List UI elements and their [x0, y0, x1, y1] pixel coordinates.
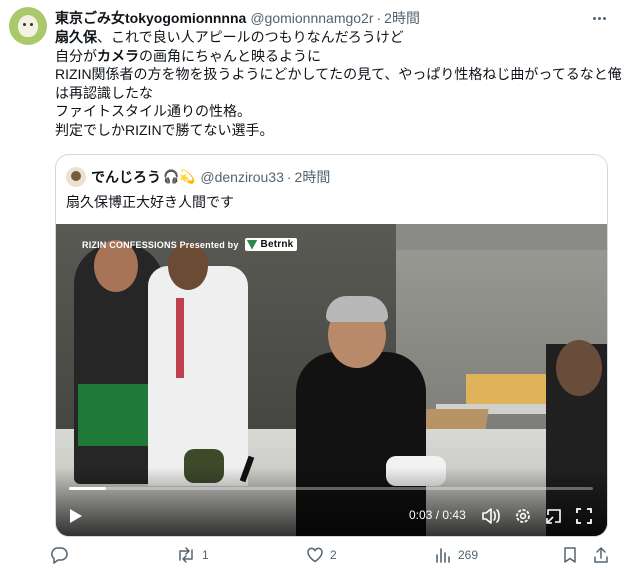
picture-in-picture-icon[interactable] — [543, 504, 565, 528]
post-text-line: は再認識したな — [55, 84, 153, 101]
separator-dot: · — [286, 169, 292, 185]
quoted-post-text: 扇久保博正大好き人間です — [66, 194, 234, 210]
share-button[interactable] — [592, 545, 610, 565]
more-dot-icon — [597, 16, 601, 20]
heart-icon — [307, 547, 323, 563]
video-player[interactable]: RIZIN CONFESSIONS Presented by Betrnk 0:… — [56, 224, 607, 536]
sponsor-name: Betrnk — [260, 239, 294, 250]
reply-button[interactable] — [50, 545, 68, 565]
more-options-button[interactable] — [588, 10, 610, 26]
author-display-name[interactable]: 東京ごみ女tokyogomionnnna — [55, 8, 246, 28]
fullscreen-icon[interactable] — [573, 504, 595, 528]
author-handle[interactable]: @gomionnnamgo2r — [250, 10, 373, 26]
post-text-line: ファイトスタイル通りの性格。 — [55, 103, 251, 119]
quoted-post-header: でんじろう 🎧💫 @denzirou33 · 2時間 — [66, 167, 330, 187]
views-button[interactable]: 269 — [434, 545, 478, 565]
separator-dot: · — [376, 10, 382, 26]
quoted-author-handle: @denzirou33 — [200, 169, 284, 185]
post-action-bar: 1 2 269 — [50, 545, 620, 565]
post-text-line: 判定でしかRIZINで勝てない選手。 — [55, 121, 274, 138]
views-icon — [436, 548, 450, 563]
like-button[interactable]: 2 — [306, 545, 337, 565]
scene-hair — [326, 296, 388, 322]
bookmark-button[interactable] — [562, 545, 578, 565]
avatar-face — [18, 15, 38, 37]
more-dot-icon — [592, 16, 596, 20]
volume-icon[interactable] — [480, 504, 502, 528]
post-text-line: 扇久保、これで良い人アピールのつもりなんだろうけど — [55, 28, 615, 47]
post-text-line: 自分がカメラの画角にちゃんと映るように — [55, 47, 615, 66]
time-separator: / — [435, 508, 440, 522]
post-text-line: RIZIN関係者の方を物を扱うようにどかしてたの見て、やっぱり性格ねじ曲がってる… — [55, 66, 622, 82]
like-count: 2 — [330, 548, 337, 562]
text-span: 、これで良い人アピールのつもりなんだろうけど — [97, 29, 404, 45]
bold-term: 扇久保 — [55, 29, 97, 45]
avatar-eye — [23, 23, 26, 26]
scene-ceiling — [396, 224, 607, 250]
post-header: 東京ごみ女tokyogomionnnna @gomionnnamgo2r · 2… — [55, 8, 614, 28]
share-icon — [594, 547, 608, 563]
settings-gear-icon[interactable] — [512, 504, 534, 528]
video-overlay-title: RIZIN CONFESSIONS Presented by Betrnk — [82, 238, 298, 251]
avatar-eye — [30, 23, 33, 26]
quoted-name-emoji: 🎧💫 — [163, 169, 196, 184]
current-time: 0:03 — [409, 508, 433, 522]
quoted-author-avatar — [66, 167, 86, 187]
scene-tie — [176, 298, 184, 378]
sponsor-logo-icon — [246, 239, 258, 250]
bold-term: カメラ — [97, 47, 139, 64]
text-span: 自分が — [55, 47, 97, 64]
overlay-title-text: RIZIN CONFESSIONS Presented by — [82, 239, 239, 250]
quoted-author-name: でんじろう — [91, 169, 161, 185]
video-time: 0:03 / 0:43 — [409, 508, 466, 522]
bookmark-icon — [564, 547, 576, 563]
more-dot-icon — [602, 16, 606, 20]
author-avatar[interactable] — [9, 7, 47, 45]
video-progress-fill — [69, 487, 106, 490]
play-icon[interactable] — [64, 504, 88, 528]
quoted-post[interactable]: でんじろう 🎧💫 @denzirou33 · 2時間 扇久保博正大好き人間です — [55, 154, 608, 537]
repost-icon — [179, 547, 193, 563]
video-progress-bar[interactable] — [69, 487, 593, 490]
post-text: 扇久保、これで良い人アピールのつもりなんだろうけど 自分がカメラの画角にちゃんと… — [55, 28, 622, 139]
scene-shorts — [78, 384, 148, 446]
quoted-timestamp: 2時間 — [294, 169, 331, 185]
duration: 0:43 — [442, 508, 466, 522]
repost-button[interactable]: 1 — [176, 545, 209, 565]
text-span: の画角にちゃんと映るように — [139, 47, 321, 64]
reply-icon — [51, 547, 68, 564]
repost-count: 1 — [202, 548, 209, 562]
scene-head — [556, 340, 602, 396]
views-count: 269 — [458, 548, 479, 562]
post-timestamp[interactable]: 2時間 — [384, 8, 420, 28]
sponsor-logo: Betrnk — [244, 238, 298, 251]
